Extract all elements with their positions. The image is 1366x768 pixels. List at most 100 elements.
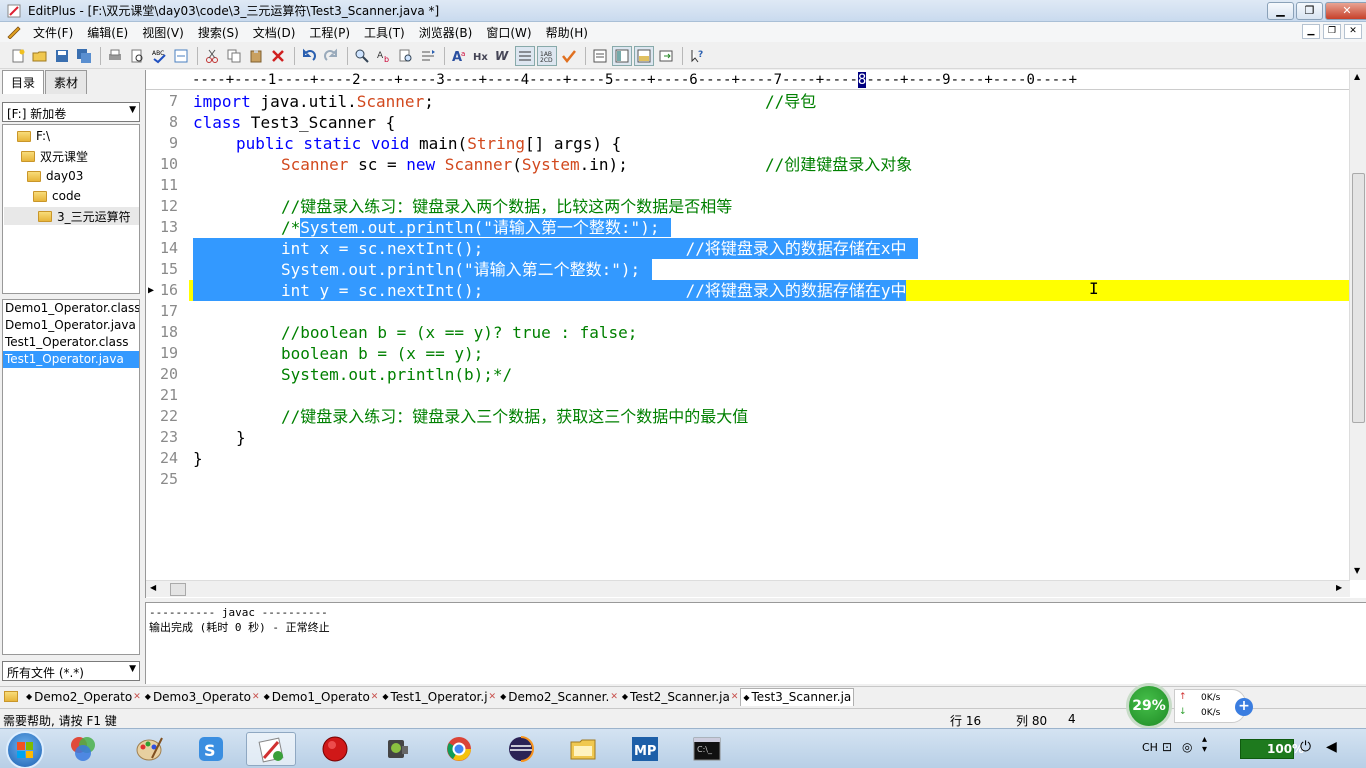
taskbar-explorer-icon[interactable] xyxy=(558,732,608,766)
doc-tab[interactable]: ◆ Test2_Scanner.ja ✕ xyxy=(620,688,740,706)
goto-line-icon[interactable] xyxy=(418,46,438,66)
doc-minimize-button[interactable]: ▁ xyxy=(1302,24,1320,39)
list-item-selected[interactable]: Test1_Operator.java xyxy=(3,351,139,368)
tree-item-selected[interactable]: 3_三元运算符 xyxy=(4,207,139,225)
volume-icon[interactable]: ◀ xyxy=(1326,739,1337,755)
taskbar-camera-icon[interactable] xyxy=(372,732,422,766)
replace-icon[interactable]: Ab xyxy=(374,46,394,66)
menu-project[interactable]: 工程(P) xyxy=(302,24,357,41)
doc-tab[interactable]: ◆ Demo2_Scanner. ✕ xyxy=(498,688,620,706)
redo-icon[interactable] xyxy=(321,46,341,66)
menu-edit[interactable]: 编辑(E) xyxy=(80,24,135,41)
network-speed-widget[interactable]: ↑ 0K/s ↓ 0K/s + 29% xyxy=(1124,681,1253,729)
horizontal-scroll-thumb[interactable] xyxy=(170,583,186,596)
find-icon[interactable] xyxy=(352,46,372,66)
scroll-left-icon[interactable]: ◀ xyxy=(150,583,156,592)
file-filter-select[interactable]: 所有文件 (*.*) ▼ xyxy=(2,661,140,681)
list-item[interactable]: Test1_Operator.class xyxy=(3,334,139,351)
horizontal-scrollbar[interactable]: ◀ ▶ xyxy=(146,580,1350,597)
doc-restore-button[interactable]: ❐ xyxy=(1323,24,1341,39)
plus-icon[interactable]: + xyxy=(1235,698,1253,716)
menu-document[interactable]: 文档(D) xyxy=(246,24,303,41)
close-icon[interactable]: ✕ xyxy=(133,692,141,702)
taskbar-mp-icon[interactable]: MP xyxy=(620,732,670,766)
scroll-down-icon[interactable]: ▼ xyxy=(1354,566,1360,575)
menu-file[interactable]: 文件(F) xyxy=(26,24,80,41)
taskbar-eclipse-icon[interactable] xyxy=(496,732,546,766)
minimize-button[interactable]: ▁ xyxy=(1267,2,1294,20)
scroll-right-icon[interactable]: ▶ xyxy=(1336,583,1342,592)
help-icon[interactable]: ◎ xyxy=(1182,740,1192,754)
cliptext-window-icon[interactable] xyxy=(634,45,654,66)
doc-close-button[interactable]: ✕ xyxy=(1344,24,1362,39)
taskbar-cmd-icon[interactable]: C:\_ xyxy=(682,732,732,766)
menu-window[interactable]: 窗口(W) xyxy=(479,24,538,41)
vertical-scroll-thumb[interactable] xyxy=(1352,173,1365,423)
code-area[interactable]: 7 import java.util.Scanner;//导包 8 class Te… xyxy=(146,91,1350,579)
list-item[interactable]: Demo1_Operator.java xyxy=(3,317,139,334)
tree-item[interactable]: F:\ xyxy=(17,127,50,145)
close-icon[interactable]: ✕ xyxy=(252,692,260,702)
power-plug-icon[interactable]: ⏻ xyxy=(1300,739,1311,755)
taskbar-editplus-icon[interactable] xyxy=(246,732,296,766)
taskbar-app-colorful-icon[interactable] xyxy=(58,732,108,766)
doc-tab[interactable]: ◆ Demo3_Operato ✕ xyxy=(143,688,262,706)
tab-cliptext[interactable]: 素材 xyxy=(45,70,88,94)
doc-tab-active[interactable]: ◆ Test3_Scanner.ja xyxy=(740,687,855,706)
ruler-toggle-icon[interactable]: 1AB 2CD xyxy=(537,45,557,66)
output-window-icon[interactable] xyxy=(590,46,610,66)
line-number-toggle-icon[interactable] xyxy=(515,45,535,66)
doc-tab[interactable]: ◆ Demo2_Operato ✕ xyxy=(24,688,143,706)
doc-tab[interactable]: ◆ Demo1_Operato ✕ xyxy=(262,688,381,706)
tree-item[interactable]: 双元课堂 xyxy=(21,147,88,165)
print-icon[interactable] xyxy=(105,46,125,66)
spell-check-icon[interactable]: ABC xyxy=(149,46,169,66)
paste-icon[interactable] xyxy=(246,46,266,66)
cut-icon[interactable] xyxy=(202,46,222,66)
open-folder-icon[interactable] xyxy=(30,46,50,66)
menu-browser[interactable]: 浏览器(B) xyxy=(412,24,480,41)
code-editor[interactable]: ----+----1----+----2----+----3----+----4… xyxy=(145,70,1366,598)
check-icon[interactable] xyxy=(559,46,579,66)
find-in-files-icon[interactable] xyxy=(396,46,416,66)
maximize-button[interactable]: ❐ xyxy=(1296,2,1323,20)
copy-icon[interactable] xyxy=(224,46,244,66)
undo-icon[interactable] xyxy=(299,46,319,66)
list-item[interactable]: Demo1_Operator.class xyxy=(3,300,139,317)
browser-icon[interactable] xyxy=(171,46,191,66)
html-toolbar-icon[interactable]: Hx xyxy=(471,46,491,66)
taskbar-record-icon[interactable] xyxy=(310,732,360,766)
close-icon[interactable]: ✕ xyxy=(489,692,497,702)
drive-select[interactable]: [F:] 新加卷 ▼ xyxy=(2,102,140,122)
language-indicator[interactable]: CH xyxy=(1142,741,1158,754)
new-file-icon[interactable] xyxy=(8,46,28,66)
taskbar-chrome-icon[interactable] xyxy=(434,732,484,766)
close-button[interactable]: ✕ xyxy=(1325,2,1366,20)
scroll-up-icon[interactable]: ▲ xyxy=(1354,72,1360,81)
save-all-icon[interactable] xyxy=(74,46,94,66)
tray-expand-icon[interactable]: ▴ ▾ xyxy=(1202,735,1207,755)
menu-tools[interactable]: 工具(T) xyxy=(357,24,412,41)
output-window[interactable]: ---------- javac ---------- 输出完成 (耗时 0 秒… xyxy=(145,602,1366,684)
close-icon[interactable]: ✕ xyxy=(610,692,618,702)
vertical-scrollbar[interactable]: ▲ ▼ xyxy=(1349,70,1366,580)
print-preview-icon[interactable] xyxy=(127,46,147,66)
font-icon[interactable]: Aa xyxy=(449,46,469,66)
start-button[interactable] xyxy=(6,731,44,768)
close-icon[interactable]: ✕ xyxy=(371,692,379,702)
tree-item[interactable]: day03 xyxy=(27,167,83,185)
doc-tab[interactable]: ◆ Test1_Operator.j ✕ xyxy=(380,688,498,706)
taskbar-paint-icon[interactable] xyxy=(124,732,174,766)
close-icon[interactable]: ✕ xyxy=(731,692,739,702)
menu-search[interactable]: 搜索(S) xyxy=(191,24,246,41)
tree-item[interactable]: code xyxy=(33,187,81,205)
full-screen-icon[interactable] xyxy=(656,46,676,66)
word-wrap-icon[interactable]: W xyxy=(493,46,513,66)
delete-icon[interactable] xyxy=(268,46,288,66)
save-icon[interactable] xyxy=(52,46,72,66)
tab-directory[interactable]: 目录 xyxy=(2,70,45,94)
directory-window-icon[interactable] xyxy=(612,45,632,66)
taskbar-input-method-icon[interactable]: S xyxy=(186,732,236,766)
menu-view[interactable]: 视图(V) xyxy=(135,24,191,41)
ime-icon[interactable]: ⊡ xyxy=(1162,740,1172,754)
